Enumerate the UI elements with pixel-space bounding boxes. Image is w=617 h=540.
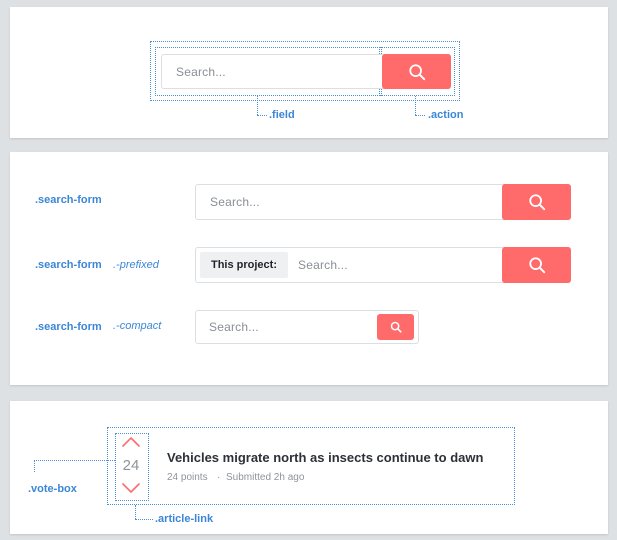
vote-box-leader-h <box>34 460 115 461</box>
search-button[interactable] <box>377 314 414 340</box>
article-link-leader-h <box>135 519 153 520</box>
action-leader-h <box>415 115 425 116</box>
field-leader-h <box>257 115 267 116</box>
action-leader-v <box>415 96 416 115</box>
article-points: 24 points <box>167 472 208 483</box>
field-leader-v <box>257 96 258 115</box>
article-link-outline <box>107 427 515 505</box>
row2-modifier: .-prefixed <box>113 259 159 271</box>
article-link-leader-v <box>135 505 136 519</box>
row3-name: .search-form <box>35 321 102 333</box>
search-field[interactable]: Search... <box>161 54 451 89</box>
search-form-default[interactable]: Search... <box>195 184 571 220</box>
search-form-compact[interactable]: Search... <box>195 310 419 344</box>
label-vote-box: .vote-box <box>28 483 77 495</box>
search-prefix: This project: <box>200 252 288 278</box>
anatomy-panel: Search... .field .action <box>10 7 608 138</box>
upvote-chevron-icon[interactable] <box>120 435 142 449</box>
search-placeholder: Search... <box>210 195 260 209</box>
article-title-link[interactable]: Vehicles migrate north as insects contin… <box>167 450 483 465</box>
article-submitted: Submitted 2h ago <box>226 472 305 483</box>
downvote-chevron-icon[interactable] <box>120 481 142 495</box>
label-field: .field <box>269 109 295 121</box>
label-article-link: .article-link <box>155 513 214 525</box>
vote-count: 24 <box>122 457 140 474</box>
search-icon <box>528 194 545 211</box>
row2-name: .search-form <box>35 259 102 271</box>
search-button[interactable] <box>502 184 571 220</box>
search-placeholder: Search... <box>176 64 226 79</box>
search-icon <box>408 63 425 80</box>
meta-separator: · <box>217 472 221 483</box>
label-action: .action <box>428 109 464 121</box>
vote-box-leader-v <box>34 460 35 472</box>
variants-panel: .search-form Search... .search-form .-pr… <box>10 152 608 385</box>
search-placeholder: Search... <box>298 258 348 272</box>
search-button[interactable] <box>502 247 571 283</box>
row1-name: .search-form <box>35 194 102 206</box>
search-icon <box>528 257 545 274</box>
search-icon <box>390 321 402 333</box>
search-placeholder: Search... <box>209 320 259 334</box>
article-panel: 24 Vehicles migrate north as insects con… <box>10 401 608 534</box>
row3-modifier: .-compact <box>113 320 162 332</box>
search-button[interactable] <box>382 54 451 89</box>
search-form-prefixed[interactable]: This project: Search... <box>195 247 571 283</box>
